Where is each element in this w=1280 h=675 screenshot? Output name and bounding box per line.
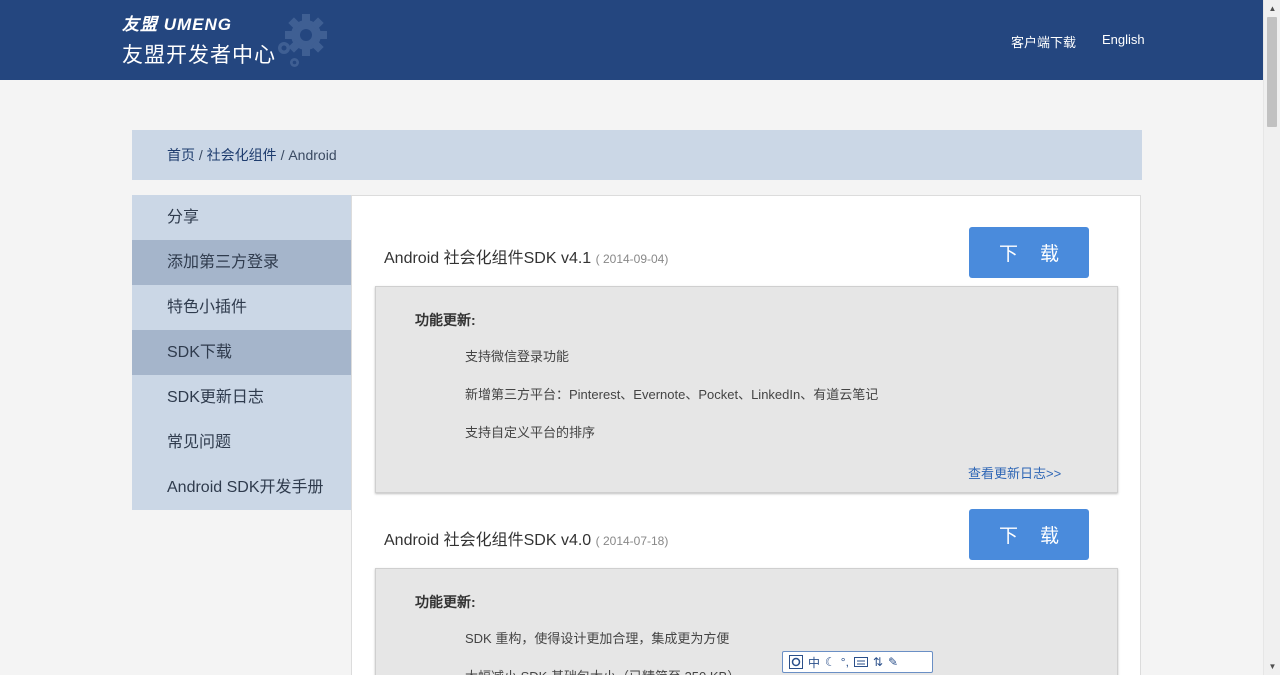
list-item: 大幅减小 SDK 基础包大小（已精简至 350 KB） <box>465 666 740 675</box>
release-title: Android 社会化组件SDK v4.0 ( 2014-07-18) <box>384 526 668 550</box>
release-notes-box: 功能更新: 支持微信登录功能 新增第三方平台：Pinterest、Evernot… <box>375 286 1118 493</box>
release-notes-box: 功能更新: SDK 重构，使得设计更加合理，集成更为方便 大幅减小 SDK 基础… <box>375 568 1118 675</box>
ime-mode-toggle[interactable]: 中 <box>808 654 820 671</box>
sidebar-item-share[interactable]: 分享 <box>132 195 351 240</box>
page-scrollbar[interactable]: ▲ ▼ <box>1263 0 1280 675</box>
breadcrumb-separator: / <box>280 147 285 163</box>
gear-small-icon <box>278 42 290 54</box>
ime-toolbar[interactable]: 中 ☾ °, ⇅ ✎ <box>782 651 933 673</box>
download-button[interactable]: 下 载 <box>969 509 1089 560</box>
breadcrumb-home[interactable]: 首页 <box>167 147 195 163</box>
release-name: Android 社会化组件SDK v4.0 <box>384 532 592 549</box>
keyboard-icon[interactable] <box>853 657 868 667</box>
feature-update-heading: 功能更新: <box>415 594 476 610</box>
scroll-thumb[interactable] <box>1267 17 1277 127</box>
breadcrumb-current: Android <box>288 147 337 163</box>
sidebar-nav: 分享 添加第三方登录 特色小插件 SDK下载 SDK更新日志 常见问题 Andr… <box>132 195 351 510</box>
logo-brand: 友盟 UMENG <box>122 15 232 34</box>
breadcrumb: 首页 / 社会化组件 / Android <box>132 130 1142 180</box>
release-date: ( 2014-09-04) <box>595 252 669 266</box>
scroll-down-arrow-icon[interactable]: ▼ <box>1264 658 1280 675</box>
sidebar-item-third-party-login[interactable]: 添加第三方登录 <box>132 240 351 285</box>
sidebar-item-widgets[interactable]: 特色小插件 <box>132 285 351 330</box>
sidebar-item-changelog[interactable]: SDK更新日志 <box>132 375 351 420</box>
english-link[interactable]: English <box>1102 32 1145 47</box>
sidebar-item-dev-manual[interactable]: Android SDK开发手册 <box>132 465 351 510</box>
feature-update-heading: 功能更新: <box>415 312 476 328</box>
download-button[interactable]: 下 载 <box>969 227 1089 278</box>
list-item: SDK 重构，使得设计更加合理，集成更为方便 <box>465 631 730 646</box>
split-icon[interactable]: ⇅ <box>873 655 883 669</box>
client-download-link[interactable]: 客户端下载 <box>1011 32 1076 51</box>
ime-punctuation-toggle[interactable]: °, <box>841 655 849 669</box>
view-changelog-link[interactable]: 查看更新日志>> <box>968 463 1061 482</box>
release-title: Android 社会化组件SDK v4.1 ( 2014-09-04) <box>384 244 668 268</box>
sidebar-item-sdk-download[interactable]: SDK下载 <box>132 330 351 375</box>
list-item: 支持微信登录功能 <box>465 349 570 364</box>
release-date: ( 2014-07-18) <box>595 534 669 548</box>
ime-logo-icon[interactable] <box>789 655 803 669</box>
umeng-logo[interactable]: 友盟 UMENG 友盟开发者中心 <box>122 10 276 69</box>
gear-tiny-icon <box>290 58 299 67</box>
list-item: 新增第三方平台：Pinterest、Evernote、Pocket、Linked… <box>465 387 879 402</box>
main-content: Android 社会化组件SDK v4.1 ( 2014-09-04) 下 载 … <box>351 195 1141 675</box>
moon-icon[interactable]: ☾ <box>825 655 836 669</box>
site-header: 友盟 UMENG 友盟开发者中心 客户端下载 English <box>0 0 1263 80</box>
breadcrumb-section[interactable]: 社会化组件 <box>207 147 277 163</box>
wrench-icon[interactable]: ✎ <box>888 655 898 669</box>
logo-title: 友盟开发者中心 <box>122 44 276 67</box>
sidebar-item-faq[interactable]: 常见问题 <box>132 420 351 465</box>
list-item: 支持自定义平台的排序 <box>465 425 596 440</box>
breadcrumb-separator: / <box>198 147 203 163</box>
release-name: Android 社会化组件SDK v4.1 <box>384 250 592 267</box>
scroll-up-arrow-icon[interactable]: ▲ <box>1264 0 1280 17</box>
